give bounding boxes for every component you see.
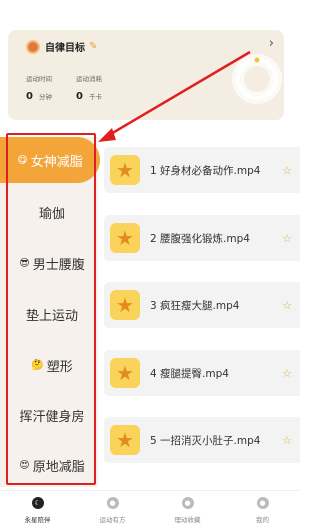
category-item-yujia[interactable]: 瑜伽: [6, 189, 98, 235]
category-item-yuandi-jianzhi[interactable]: 😍 原地减脂: [6, 442, 98, 488]
nav-label: 理动收藏: [174, 516, 201, 524]
category-label: 原地减脂: [32, 459, 85, 475]
category-item-huihan-jianshenfang[interactable]: 挥汗健身房: [6, 392, 98, 438]
exercise-time-value: 0: [26, 91, 33, 102]
video-title: 5 一招消灭小肚子.mp4: [150, 434, 261, 447]
goal-badge-icon: [26, 39, 40, 54]
video-title: 1 好身材必备动作.mp4: [150, 164, 261, 177]
star-thumbnail-icon: ★: [110, 425, 140, 455]
video-item[interactable]: ★ 4 瘦腿提臀.mp4 ☆: [104, 350, 300, 396]
heart-eyes-emoji-icon: 😍: [19, 459, 30, 471]
exercise-time-stat: 运动时间 0 分钟: [26, 73, 52, 102]
category-item-nanshi-yaofu[interactable]: 😎 男士腰腹: [6, 240, 98, 286]
video-title: 4 瘦腿提臀.mp4: [150, 367, 229, 380]
video-title: 2 腰腹强化锻炼.mp4: [150, 232, 250, 245]
exercise-time-unit: 分钟: [38, 93, 52, 101]
video-item[interactable]: ★ 2 腰腹强化锻炼.mp4 ☆: [104, 215, 300, 261]
video-item[interactable]: ★ 1 好身材必备动作.mp4 ☆: [104, 147, 300, 193]
category-item-nushen-jianzhi[interactable]: 😋 女神减脂: [0, 137, 100, 183]
category-label: 女神减脂: [30, 154, 83, 170]
video-item[interactable]: ★ 3 疯狂瘦大腿.mp4 ☆: [104, 282, 300, 328]
category-item-dianshang-yundong[interactable]: 垫上运动: [6, 291, 98, 337]
video-item[interactable]: ★ 5 一招消灭小肚子.mp4 ☆: [104, 417, 300, 463]
nav-label: 我的: [256, 516, 269, 524]
bookmark-icon: ●: [181, 497, 194, 509]
category-label: 垫上运动: [25, 308, 78, 324]
favorite-star-icon[interactable]: ☆: [282, 232, 292, 245]
progress-ring: [232, 54, 282, 104]
nav-tab-companion[interactable]: ☾ 永星陪伴: [0, 491, 75, 530]
nav-label: 运动有方: [99, 516, 126, 524]
category-label: 瑜伽: [38, 206, 65, 222]
nav-tab-mine[interactable]: ● 我的: [225, 491, 300, 530]
category-item-suxing[interactable]: 🤔 塑形: [6, 342, 98, 388]
bottom-nav: ☾ 永星陪伴 ● 运动有方 ● 理动收藏 ● 我的: [0, 490, 300, 530]
category-label: 塑形: [46, 359, 73, 375]
favorite-star-icon[interactable]: ☆: [282, 299, 292, 312]
video-title: 3 疯狂瘦大腿.mp4: [150, 299, 240, 312]
star-thumbnail-icon: ★: [110, 358, 140, 388]
calorie-unit: 千卡: [88, 93, 102, 101]
thinking-emoji-icon: 🤔: [31, 359, 44, 371]
goal-header: 自律目标 ✎: [26, 39, 97, 54]
calorie-stat: 运动消耗 0 千卡: [76, 73, 102, 102]
goal-card[interactable]: 自律目标 ✎ › 运动时间 0 分钟 运动消耗 0 千卡: [8, 30, 284, 120]
nav-tab-exercise[interactable]: ● 运动有方: [75, 491, 150, 530]
goal-title: 自律目标: [45, 43, 85, 54]
category-sidebar: 😋 女神减脂 瑜伽 😎 男士腰腹 垫上运动 🤔 塑形 挥汗健身房 😍 原地减脂: [0, 137, 100, 488]
star-thumbnail-icon: ★: [110, 155, 140, 185]
favorite-star-icon[interactable]: ☆: [282, 434, 292, 447]
exercise-time-label: 运动时间: [26, 75, 52, 83]
star-thumbnail-icon: ★: [110, 290, 140, 320]
calorie-value: 0: [76, 91, 83, 102]
star-thumbnail-icon: ★: [110, 223, 140, 253]
favorite-star-icon[interactable]: ☆: [282, 367, 292, 380]
chevron-right-icon[interactable]: ›: [269, 36, 274, 51]
smile-emoji-icon: 😋: [17, 154, 28, 166]
category-label: 挥汗健身房: [19, 409, 85, 425]
sunglasses-emoji-icon: 😎: [19, 257, 30, 269]
calorie-label: 运动消耗: [76, 75, 102, 83]
nav-tab-favorites[interactable]: ● 理动收藏: [150, 491, 225, 530]
moon-icon: ☾: [31, 497, 44, 509]
pencil-icon[interactable]: ✎: [89, 41, 97, 52]
nav-label: 永星陪伴: [24, 516, 51, 524]
user-icon: ●: [106, 497, 119, 509]
person-icon: ●: [256, 497, 269, 509]
category-label: 男士腰腹: [32, 257, 85, 273]
favorite-star-icon[interactable]: ☆: [282, 164, 292, 177]
